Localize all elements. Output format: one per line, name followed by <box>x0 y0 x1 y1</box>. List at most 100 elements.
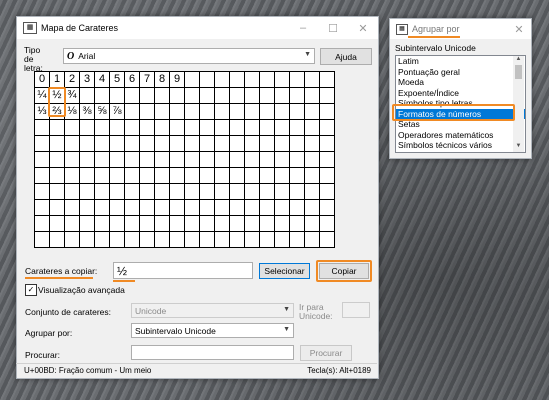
character-cell[interactable] <box>215 104 230 120</box>
character-cell[interactable] <box>230 88 245 104</box>
character-cell[interactable] <box>95 200 110 216</box>
character-cell[interactable] <box>80 168 95 184</box>
character-cell[interactable] <box>215 200 230 216</box>
character-cell[interactable] <box>125 232 140 248</box>
character-cell[interactable] <box>50 120 65 136</box>
character-cell[interactable] <box>80 216 95 232</box>
character-cell[interactable]: ⅜ <box>80 104 95 120</box>
character-cell[interactable] <box>185 232 200 248</box>
character-cell[interactable] <box>200 120 215 136</box>
character-cell[interactable]: 8 <box>155 72 170 88</box>
character-cell[interactable] <box>290 152 305 168</box>
character-cell[interactable] <box>125 152 140 168</box>
character-cell[interactable]: 4 <box>95 72 110 88</box>
character-cell[interactable] <box>290 120 305 136</box>
character-cell[interactable] <box>185 104 200 120</box>
character-cell[interactable] <box>320 120 335 136</box>
character-cell[interactable] <box>95 184 110 200</box>
character-cell[interactable] <box>125 88 140 104</box>
close-icon[interactable]: ✕ <box>348 17 378 39</box>
character-cell[interactable] <box>275 184 290 200</box>
character-cell[interactable] <box>305 104 320 120</box>
character-cell[interactable] <box>185 184 200 200</box>
character-cell[interactable] <box>110 168 125 184</box>
character-cell[interactable] <box>65 216 80 232</box>
character-cell[interactable] <box>170 104 185 120</box>
character-cell[interactable] <box>170 88 185 104</box>
character-cell[interactable] <box>170 152 185 168</box>
character-cell[interactable] <box>170 168 185 184</box>
character-cell[interactable] <box>35 120 50 136</box>
character-cell[interactable] <box>155 200 170 216</box>
character-cell[interactable] <box>125 104 140 120</box>
character-cell[interactable] <box>95 136 110 152</box>
character-cell[interactable] <box>95 88 110 104</box>
character-cell[interactable] <box>215 120 230 136</box>
character-cell[interactable] <box>290 232 305 248</box>
character-cell[interactable] <box>80 120 95 136</box>
character-cell[interactable]: 0 <box>35 72 50 88</box>
character-cell[interactable] <box>155 184 170 200</box>
character-cell[interactable] <box>275 72 290 88</box>
character-cell[interactable] <box>215 232 230 248</box>
character-cell[interactable] <box>230 136 245 152</box>
character-cell[interactable] <box>200 168 215 184</box>
character-cell[interactable] <box>155 104 170 120</box>
character-cell[interactable] <box>50 168 65 184</box>
character-cell[interactable] <box>275 152 290 168</box>
character-cell[interactable] <box>215 152 230 168</box>
character-cell[interactable] <box>155 168 170 184</box>
character-cell[interactable] <box>305 168 320 184</box>
character-cell[interactable] <box>230 232 245 248</box>
character-cell[interactable] <box>170 184 185 200</box>
character-cell[interactable] <box>305 72 320 88</box>
character-cell[interactable] <box>245 184 260 200</box>
character-cell[interactable] <box>65 232 80 248</box>
character-cell[interactable] <box>50 216 65 232</box>
character-cell[interactable] <box>245 168 260 184</box>
list-item[interactable]: Expoente/Índice <box>396 88 525 99</box>
character-cell[interactable] <box>245 88 260 104</box>
character-cell[interactable] <box>50 152 65 168</box>
character-cell[interactable] <box>140 232 155 248</box>
character-cell[interactable] <box>245 232 260 248</box>
character-cell[interactable] <box>50 232 65 248</box>
character-cell[interactable] <box>260 88 275 104</box>
character-cell[interactable] <box>200 88 215 104</box>
minimize-icon[interactable]: – <box>288 17 318 39</box>
character-cell[interactable] <box>170 200 185 216</box>
character-cell[interactable] <box>320 104 335 120</box>
character-cell[interactable] <box>95 120 110 136</box>
character-cell[interactable] <box>230 168 245 184</box>
character-cell[interactable] <box>185 216 200 232</box>
character-cell[interactable] <box>170 136 185 152</box>
character-cell[interactable] <box>185 136 200 152</box>
character-cell[interactable] <box>320 232 335 248</box>
character-cell[interactable] <box>80 152 95 168</box>
character-cell[interactable] <box>215 168 230 184</box>
character-cell[interactable] <box>320 216 335 232</box>
character-cell[interactable] <box>260 232 275 248</box>
character-cell[interactable] <box>125 168 140 184</box>
character-cell[interactable] <box>65 120 80 136</box>
character-cell[interactable] <box>80 136 95 152</box>
character-cell[interactable] <box>140 200 155 216</box>
character-cell[interactable] <box>200 72 215 88</box>
character-cell[interactable] <box>155 88 170 104</box>
character-cell[interactable] <box>275 136 290 152</box>
list-item[interactable]: Moeda <box>396 77 525 88</box>
character-cell[interactable]: ⅞ <box>110 104 125 120</box>
character-cell[interactable] <box>110 184 125 200</box>
character-cell[interactable] <box>95 152 110 168</box>
character-cell[interactable] <box>290 184 305 200</box>
character-cell[interactable] <box>155 120 170 136</box>
character-cell[interactable]: ⅝ <box>95 104 110 120</box>
charset-combobox[interactable]: Unicode ▼ <box>131 303 294 318</box>
character-cell[interactable] <box>320 184 335 200</box>
character-cell[interactable] <box>170 216 185 232</box>
character-cell[interactable] <box>230 72 245 88</box>
character-cell[interactable] <box>185 120 200 136</box>
character-cell[interactable] <box>275 88 290 104</box>
character-cell[interactable] <box>320 200 335 216</box>
character-cell[interactable] <box>125 200 140 216</box>
